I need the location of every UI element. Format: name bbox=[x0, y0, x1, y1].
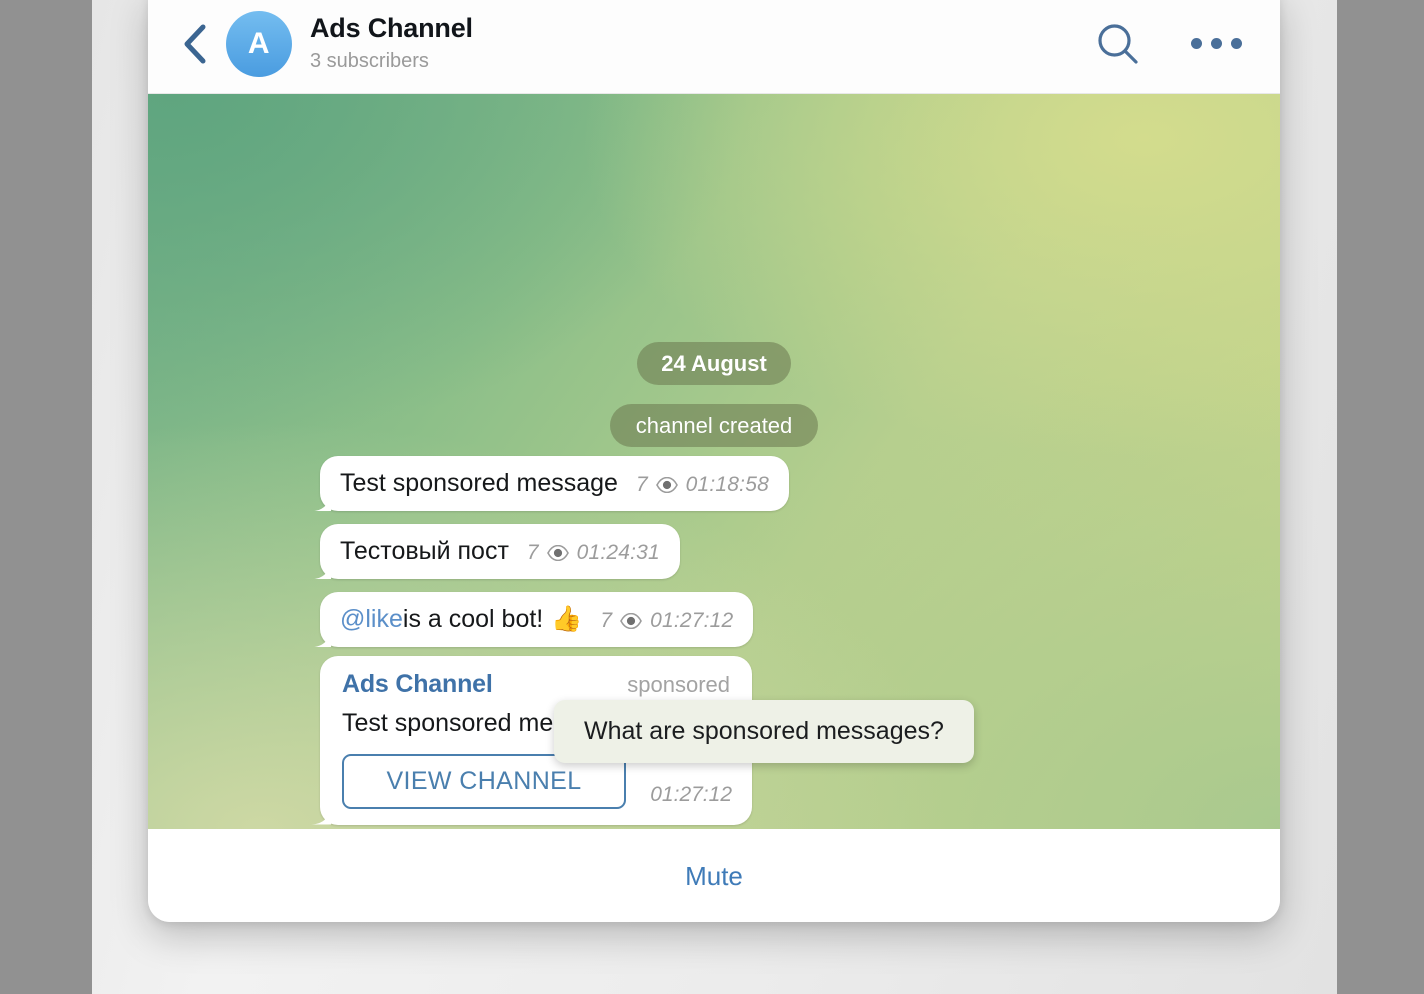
header-title-block[interactable]: Ads Channel 3 subscribers bbox=[310, 13, 1095, 73]
back-button[interactable] bbox=[178, 21, 212, 67]
chevron-left-icon bbox=[184, 24, 206, 63]
view-count: 7 bbox=[600, 609, 613, 632]
date-pill: 24 August bbox=[637, 342, 791, 386]
mute-button[interactable]: Mute bbox=[645, 851, 783, 902]
view-count: 7 bbox=[635, 473, 648, 496]
message-meta: 7 01:18:58 bbox=[636, 473, 769, 497]
message-time: 01:24:31 bbox=[576, 541, 660, 564]
message-bubble[interactable]: Тестовый пост 7 01:24:31 bbox=[320, 524, 680, 580]
sponsored-label: sponsored bbox=[627, 672, 730, 697]
more-options-dot bbox=[1191, 38, 1202, 49]
message-line: @like is a cool bot! 👍 7 01:27:12 bbox=[340, 604, 733, 635]
telegram-app-card: A Ads Channel 3 subscribers 24 August ch… bbox=[148, 0, 1280, 922]
messages-container: 24 August channel created Test sponsored… bbox=[148, 94, 1280, 829]
eye-icon bbox=[620, 613, 642, 629]
service-message-row: channel created bbox=[148, 404, 1280, 448]
sponsored-info-tooltip[interactable]: What are sponsored messages? bbox=[554, 700, 974, 763]
chat-message-area: 24 August channel created Test sponsored… bbox=[148, 94, 1280, 829]
sponsored-time: 01:27:12 bbox=[650, 782, 732, 806]
message-line: Тестовый пост 7 01:24:31 bbox=[340, 536, 660, 567]
more-options-dot bbox=[1231, 38, 1242, 49]
chat-header: A Ads Channel 3 subscribers bbox=[148, 0, 1280, 94]
channel-subscribers: 3 subscribers bbox=[310, 49, 429, 72]
page-backdrop: A Ads Channel 3 subscribers 24 August ch… bbox=[0, 0, 1424, 994]
message-meta: 7 01:27:12 bbox=[600, 609, 733, 633]
message-text: is a cool bot! bbox=[402, 605, 544, 633]
eye-icon bbox=[546, 545, 569, 561]
more-options-dot bbox=[1211, 38, 1222, 49]
message-text: Тестовый пост bbox=[340, 537, 509, 565]
header-actions bbox=[1095, 21, 1254, 67]
eye-icon bbox=[655, 477, 678, 493]
sponsored-header: Ads Channel sponsored bbox=[342, 670, 730, 699]
mention-link[interactable]: @like bbox=[340, 604, 403, 635]
more-options-button[interactable] bbox=[1187, 26, 1246, 61]
date-pill-row: 24 August bbox=[148, 342, 1280, 386]
channel-title: Ads Channel bbox=[310, 13, 473, 44]
message-text: Test sponsored message bbox=[340, 469, 618, 497]
message-bubble[interactable]: Test sponsored message 7 01:18:58 bbox=[320, 456, 789, 512]
sponsored-channel-name[interactable]: Ads Channel bbox=[342, 670, 493, 699]
channel-avatar[interactable]: A bbox=[226, 10, 292, 77]
view-count: 7 bbox=[526, 541, 539, 564]
thumbs-up-emoji: 👍 bbox=[551, 605, 583, 633]
message-time: 01:18:58 bbox=[685, 473, 769, 496]
service-message-pill: channel created bbox=[609, 404, 819, 448]
message-time: 01:27:12 bbox=[650, 609, 734, 632]
message-line: Test sponsored message 7 01:18:58 bbox=[340, 468, 769, 499]
search-icon bbox=[1098, 23, 1138, 64]
message-meta: 7 01:24:31 bbox=[527, 541, 660, 565]
avatar-letter: A bbox=[247, 26, 271, 60]
search-button[interactable] bbox=[1095, 21, 1141, 67]
chat-bottom-bar: Mute bbox=[148, 829, 1280, 922]
message-bubble[interactable]: @like is a cool bot! 👍 7 01:27:12 bbox=[320, 592, 754, 648]
